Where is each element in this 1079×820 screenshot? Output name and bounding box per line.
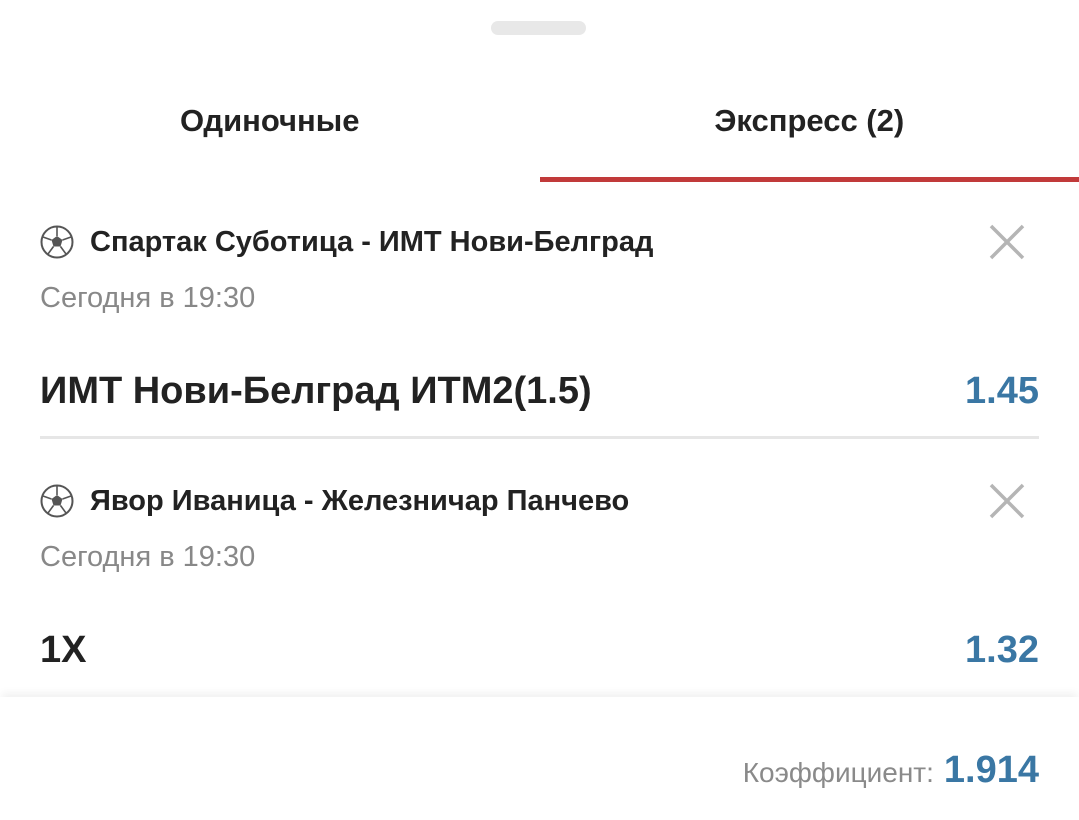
bet-outcome: 1X — [40, 629, 87, 671]
remove-event-close-icon[interactable] — [987, 481, 1027, 521]
tab-express[interactable]: Экспресс (2) — [539, 60, 1079, 182]
bet-row: 1X 1.32 — [40, 629, 1039, 679]
bet-slip-footer: Коэффициент: 1.914 — [0, 697, 1079, 820]
total-coefficient: Коэффициент: 1.914 — [743, 749, 1039, 792]
event-time: Сегодня в 19:30 — [40, 282, 256, 314]
remove-event-close-icon[interactable] — [987, 222, 1027, 262]
bet-odds: 1.45 — [965, 370, 1039, 412]
drag-handle[interactable] — [491, 21, 586, 35]
bet-row: ИМТ Нови-Белград ИТМ2(1.5) 1.45 — [40, 370, 1039, 420]
bet-slip-sheet: Одиночные Экспресс (2) Спартак Суботица … — [0, 0, 1079, 820]
bet-odds: 1.32 — [965, 629, 1039, 671]
soccer-ball-icon — [40, 484, 74, 518]
tab-singles-label: Одиночные — [180, 103, 360, 138]
event-header: Спартак Суботица - ИМТ Нови-Белград — [40, 222, 653, 262]
coefficient-value: 1.914 — [943, 749, 1039, 791]
event-header: Явор Иваница - Железничар Панчево — [40, 481, 629, 521]
tab-singles[interactable]: Одиночные — [0, 60, 540, 182]
event-title: Спартак Суботица - ИМТ Нови-Белград — [90, 225, 654, 258]
coefficient-label: Коэффициент: — [742, 757, 934, 788]
event-divider — [40, 436, 1039, 439]
tab-express-label: Экспресс (2) — [714, 103, 905, 138]
bet-type-tabs: Одиночные Экспресс (2) — [0, 60, 1079, 182]
event-title: Явор Иваница - Железничар Панчево — [90, 484, 630, 517]
soccer-ball-icon — [40, 225, 74, 259]
bet-outcome: ИМТ Нови-Белград ИТМ2(1.5) — [40, 370, 592, 412]
event-time: Сегодня в 19:30 — [40, 541, 256, 573]
